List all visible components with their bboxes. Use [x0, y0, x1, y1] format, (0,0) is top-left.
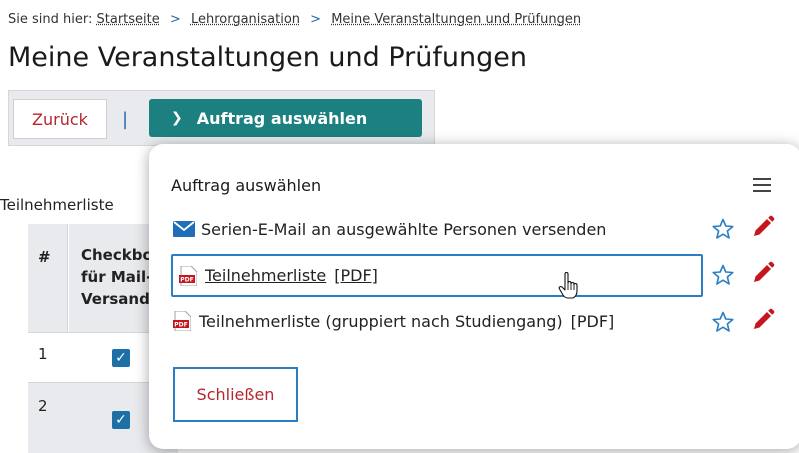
toolbar-separator: | [122, 109, 129, 130]
hand-cursor-icon [558, 272, 578, 299]
order-select-label: Auftrag auswählen [196, 108, 368, 128]
row-checkbox[interactable]: ✓ [112, 349, 130, 367]
section-label: Teilnehmerliste [0, 196, 114, 214]
pdf-icon: PDF [179, 265, 197, 286]
breadcrumb-link-startseite[interactable]: Startseite [97, 12, 160, 27]
order-item-label: Teilnehmerliste (gruppiert nach Studieng… [199, 311, 563, 331]
row-checkbox[interactable]: ✓ [112, 411, 130, 429]
order-select-popup: Auftrag auswählen Serien-E-Mail an ausge… [149, 144, 799, 449]
svg-text:PDF: PDF [180, 276, 193, 283]
breadcrumb-link-lehrorganisation[interactable]: Lehrorganisation [191, 12, 300, 27]
star-favorite-icon[interactable] [711, 263, 735, 287]
order-item-participant-list[interactable]: PDF Teilnehmerliste [PDF] [171, 254, 703, 297]
breadcrumb-separator: > [310, 12, 322, 27]
page-title: Meine Veranstaltungen und Prüfungen [8, 42, 527, 73]
pencil-edit-icon[interactable] [751, 308, 775, 332]
order-item-serial-email[interactable]: Serien-E-Mail an ausgewählte Personen ve… [173, 210, 701, 248]
row-number: 2 [38, 397, 48, 415]
close-button[interactable]: Schließen [173, 367, 298, 422]
star-favorite-icon[interactable] [711, 217, 735, 241]
table-header-number: # [28, 224, 68, 332]
svg-text:PDF: PDF [174, 322, 187, 329]
order-item-format: [PDF] [570, 311, 615, 331]
pdf-icon: PDF [173, 311, 191, 331]
mail-icon [173, 221, 195, 237]
chevron-right-icon: ❯ [171, 110, 183, 126]
hamburger-menu-icon[interactable] [753, 178, 771, 192]
breadcrumb-prefix: Sie sind hier: [8, 12, 93, 27]
popup-title: Auftrag auswählen [171, 176, 322, 195]
row-number: 1 [38, 345, 48, 363]
order-item-participant-list-grouped[interactable]: PDF Teilnehmerliste (gruppiert nach Stud… [173, 302, 701, 340]
order-item-label: Teilnehmerliste [205, 266, 327, 285]
star-favorite-icon[interactable] [711, 310, 735, 334]
pencil-edit-icon[interactable] [751, 215, 775, 239]
order-item-label: Serien-E-Mail an ausgewählte Personen ve… [201, 219, 607, 239]
page: Sie sind hier: Startseite > Lehrorganisa… [0, 0, 799, 453]
pencil-edit-icon[interactable] [751, 261, 775, 285]
back-button[interactable]: Zurück [13, 99, 107, 139]
order-item-format: [PDF] [334, 266, 378, 285]
breadcrumb-separator: > [169, 12, 181, 27]
toolbar: Zurück | ❯ Auftrag auswählen [8, 90, 435, 146]
breadcrumb: Sie sind hier: Startseite > Lehrorganisa… [8, 12, 581, 27]
order-select-button[interactable]: ❯ Auftrag auswählen [149, 99, 422, 137]
breadcrumb-current: Meine Veranstaltungen und Prüfungen [331, 12, 582, 27]
